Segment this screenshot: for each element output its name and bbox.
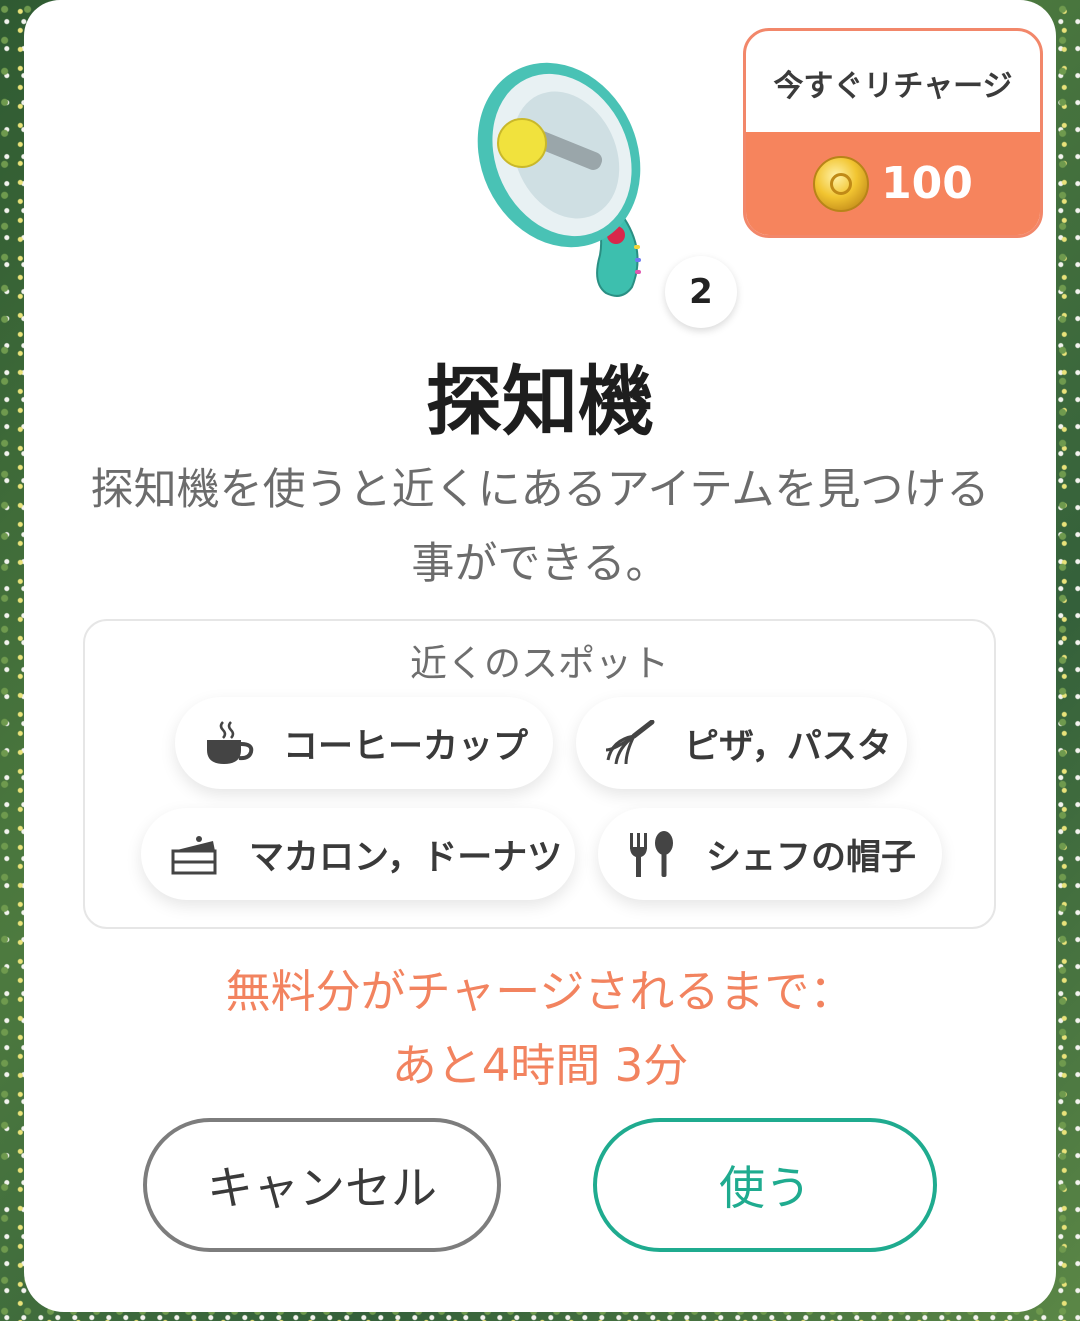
recharge-now-button[interactable]: 今すぐリチャージ 100 — [743, 28, 1043, 238]
use-button[interactable]: 使う — [593, 1118, 937, 1252]
spot-chip-coffee-cup[interactable]: コーヒーカップ — [175, 697, 553, 789]
item-description: 探知機を使うと近くにあるアイテムを見つける事ができる。 — [90, 465, 990, 589]
recharge-price-value: 100 — [881, 158, 973, 209]
timer-caption: 無料分がチャージされるまで： — [225, 965, 855, 1018]
cancel-button[interactable]: キャンセル — [143, 1118, 501, 1252]
item-dialog: 今すぐリチャージ 100 2 探知機 探知機を使うと近くにあるアイテムを見つける… — [24, 0, 1056, 1312]
recharge-price: 100 — [746, 132, 1040, 235]
timer-remaining: あと4時間 3分 — [391, 1039, 689, 1092]
fork-spoon-icon — [630, 831, 673, 877]
item-count-badge: 2 — [665, 256, 737, 328]
spot-chip-chef-hat[interactable]: シェフの帽子 — [598, 808, 942, 900]
spot-label: コーヒーカップ — [283, 726, 529, 767]
spot-chip-pizza-pasta[interactable]: ピザ，パスタ — [576, 697, 907, 789]
whisk-icon — [605, 720, 655, 765]
nearby-spots-title: 近くのスポット — [410, 642, 669, 685]
spot-label: マカロン，ドーナツ — [249, 837, 563, 878]
gold-coin-icon — [813, 155, 870, 212]
megaphone-detector-icon — [477, 62, 641, 297]
coffee-cup-icon — [207, 721, 254, 764]
cake-slice-icon — [171, 836, 217, 875]
spot-label: ピザ，パスタ — [684, 726, 892, 767]
spot-label: シェフの帽子 — [706, 837, 917, 878]
recharge-label: 今すぐリチャージ — [773, 69, 1013, 104]
spot-chip-macaron-donut[interactable]: マカロン，ドーナツ — [141, 808, 575, 900]
free-charge-timer: 無料分がチャージされるまで： あと4時間 3分 — [24, 955, 1056, 1103]
nearby-spots-panel: 近くのスポット コーヒーカップ ピザ，パスタ マカロン，ドーナツ シェフの帽子 — [83, 619, 996, 929]
item-title: 探知機 — [426, 357, 654, 446]
